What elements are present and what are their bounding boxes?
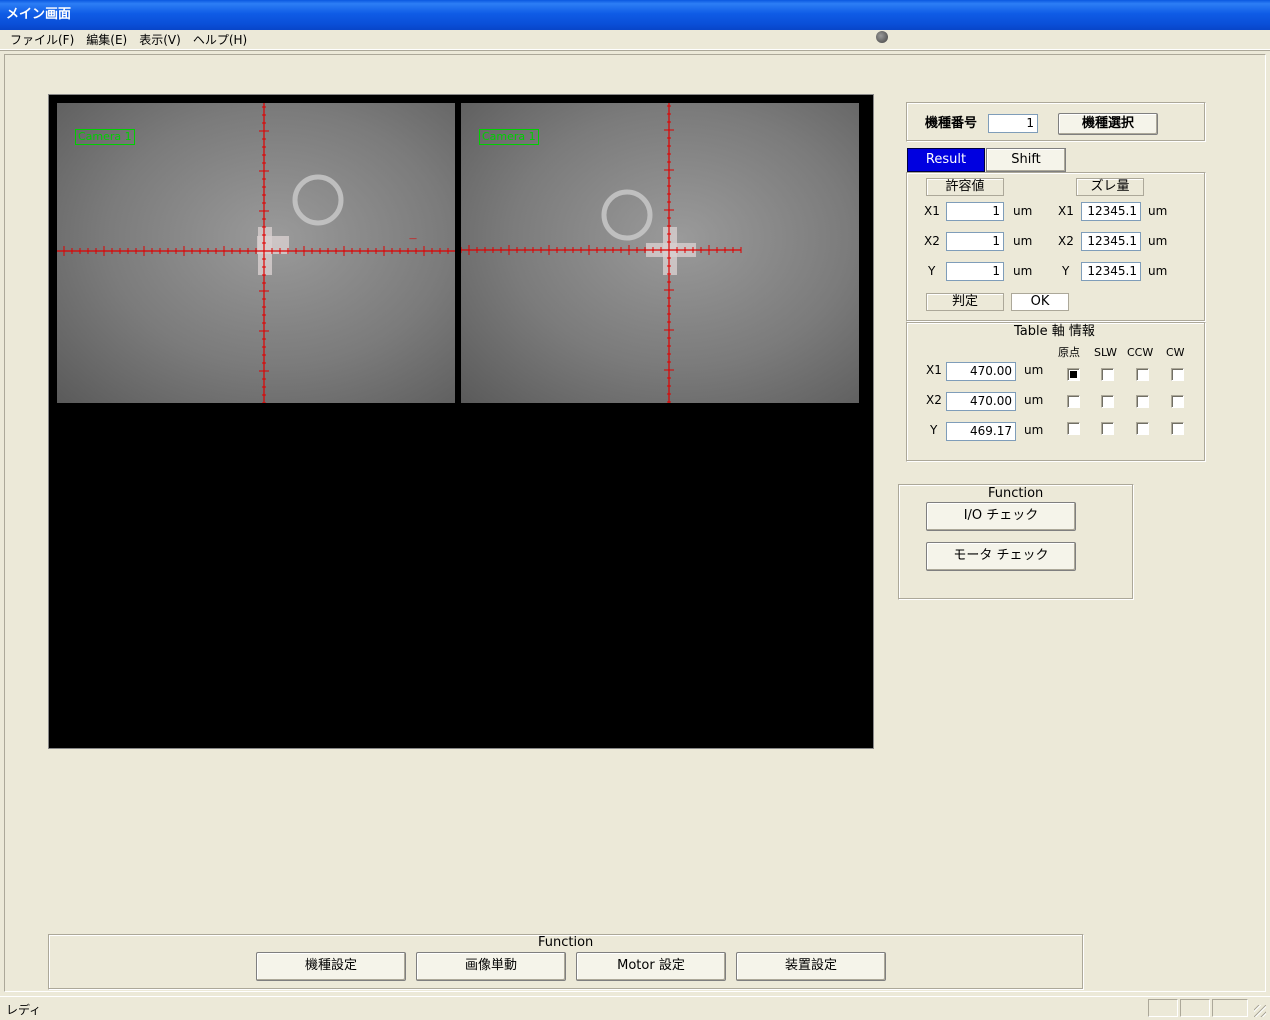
tab-result[interactable]: Result bbox=[907, 148, 985, 172]
tolerance-y-unit: um bbox=[1013, 264, 1033, 278]
x2-slw-checkbox[interactable] bbox=[1101, 395, 1114, 408]
deviation-x1-unit: um bbox=[1148, 204, 1168, 218]
tolerance-header: 許容値 bbox=[926, 178, 1004, 196]
camera-label-2: Camera 1 bbox=[479, 129, 539, 145]
y-cw-checkbox[interactable] bbox=[1171, 422, 1184, 435]
table-axis-y-field[interactable]: 469.17 bbox=[946, 422, 1016, 441]
motor-check-button[interactable]: モータ チェック bbox=[926, 542, 1076, 571]
x2-cw-checkbox[interactable] bbox=[1171, 395, 1184, 408]
x1-slw-checkbox[interactable] bbox=[1101, 368, 1114, 381]
camera-label-1: Camera 1 bbox=[75, 129, 135, 145]
deviation-axis-x2: X2 bbox=[1058, 234, 1074, 248]
x2-ccw-checkbox[interactable] bbox=[1136, 395, 1149, 408]
menu-view[interactable]: 表示(V) bbox=[133, 31, 187, 49]
tolerance-x1-field[interactable]: 1 bbox=[946, 202, 1004, 221]
y-origin-checkbox[interactable] bbox=[1067, 422, 1080, 435]
table-axis-x1-field[interactable]: 470.00 bbox=[946, 362, 1016, 381]
deviation-y-unit: um bbox=[1148, 264, 1168, 278]
io-check-button[interactable]: I/O チェック bbox=[926, 502, 1076, 531]
tolerance-x1-unit: um bbox=[1013, 204, 1033, 218]
table-axis-x2-label: X2 bbox=[926, 393, 942, 407]
svg-text:—: — bbox=[409, 234, 417, 243]
tab-shift[interactable]: Shift bbox=[986, 148, 1066, 172]
menu-bar: ファイル(F) 編集(E) 表示(V) ヘルプ(H) bbox=[0, 30, 1270, 50]
col-cw: CW bbox=[1166, 346, 1185, 359]
table-axis-y-unit: um bbox=[1024, 423, 1044, 437]
tolerance-axis-y: Y bbox=[928, 264, 936, 278]
table-axis-x2-field[interactable]: 470.00 bbox=[946, 392, 1016, 411]
x1-cw-checkbox[interactable] bbox=[1171, 368, 1184, 381]
tolerance-x2-field[interactable]: 1 bbox=[946, 232, 1004, 251]
window-title: メイン画面 bbox=[6, 7, 72, 22]
menu-help[interactable]: ヘルプ(H) bbox=[187, 31, 253, 49]
menu-file[interactable]: ファイル(F) bbox=[4, 31, 80, 49]
col-origin: 原点 bbox=[1058, 346, 1080, 359]
deviation-x2-field[interactable]: 12345.1 bbox=[1081, 232, 1141, 251]
window-title-bar[interactable]: メイン画面 bbox=[0, 0, 1270, 30]
x1-origin-checkbox[interactable] bbox=[1067, 368, 1080, 381]
table-axis-x1-label: X1 bbox=[926, 363, 942, 377]
resize-grip-icon[interactable] bbox=[1254, 1005, 1266, 1017]
menu-divider bbox=[0, 50, 1270, 51]
status-bar: レディ bbox=[0, 996, 1270, 1020]
model-select-button[interactable]: 機種選択 bbox=[1058, 113, 1158, 135]
image-single-button[interactable]: 画像単動 bbox=[416, 952, 566, 981]
col-ccw: CCW bbox=[1127, 346, 1154, 359]
deviation-header: ズレ量 bbox=[1076, 178, 1144, 196]
camera-view-1[interactable]: — Camera 1 bbox=[57, 103, 455, 403]
x2-origin-checkbox[interactable] bbox=[1067, 395, 1080, 408]
motor-settings-button[interactable]: Motor 設定 bbox=[576, 952, 726, 981]
deviation-x2-unit: um bbox=[1148, 234, 1168, 248]
status-pane-1 bbox=[1148, 999, 1178, 1017]
camera-view-2[interactable]: Camera 1 bbox=[461, 103, 859, 403]
judge-value: OK bbox=[1011, 293, 1069, 311]
table-axis-x1-unit: um bbox=[1024, 363, 1044, 377]
crosshair-overlay-1: — bbox=[57, 103, 455, 403]
function-right-title: Function bbox=[988, 486, 1044, 501]
function-bottom-title: Function bbox=[538, 935, 594, 950]
tolerance-x2-unit: um bbox=[1013, 234, 1033, 248]
deviation-x1-field[interactable]: 12345.1 bbox=[1081, 202, 1141, 221]
tolerance-axis-x1: X1 bbox=[924, 204, 940, 218]
crosshair-overlay-2 bbox=[461, 103, 742, 403]
model-settings-button[interactable]: 機種設定 bbox=[256, 952, 406, 981]
table-axis-title: Table 軸 情報 bbox=[1014, 324, 1095, 339]
model-number-label: 機種番号 bbox=[925, 116, 978, 131]
status-pane-2 bbox=[1180, 999, 1210, 1017]
y-slw-checkbox[interactable] bbox=[1101, 422, 1114, 435]
x1-ccw-checkbox[interactable] bbox=[1136, 368, 1149, 381]
judge-label: 判定 bbox=[926, 293, 1004, 311]
deviation-y-field[interactable]: 12345.1 bbox=[1081, 262, 1141, 281]
camera-view-area: — Camera 1 Camera 1 bbox=[48, 94, 874, 749]
deviation-axis-y: Y bbox=[1062, 264, 1070, 278]
status-text: レディ bbox=[6, 1003, 42, 1017]
table-axis-y-label: Y bbox=[930, 423, 938, 437]
col-slw: SLW bbox=[1094, 346, 1117, 359]
device-settings-button[interactable]: 装置設定 bbox=[736, 952, 886, 981]
model-number-field[interactable]: 1 bbox=[988, 114, 1038, 133]
deviation-axis-x1: X1 bbox=[1058, 204, 1074, 218]
table-axis-x2-unit: um bbox=[1024, 393, 1044, 407]
menu-edit[interactable]: 編集(E) bbox=[80, 31, 133, 49]
tolerance-axis-x2: X2 bbox=[924, 234, 940, 248]
status-indicator-icon bbox=[876, 31, 888, 43]
tolerance-y-field[interactable]: 1 bbox=[946, 262, 1004, 281]
status-pane-3 bbox=[1212, 999, 1248, 1017]
y-ccw-checkbox[interactable] bbox=[1136, 422, 1149, 435]
